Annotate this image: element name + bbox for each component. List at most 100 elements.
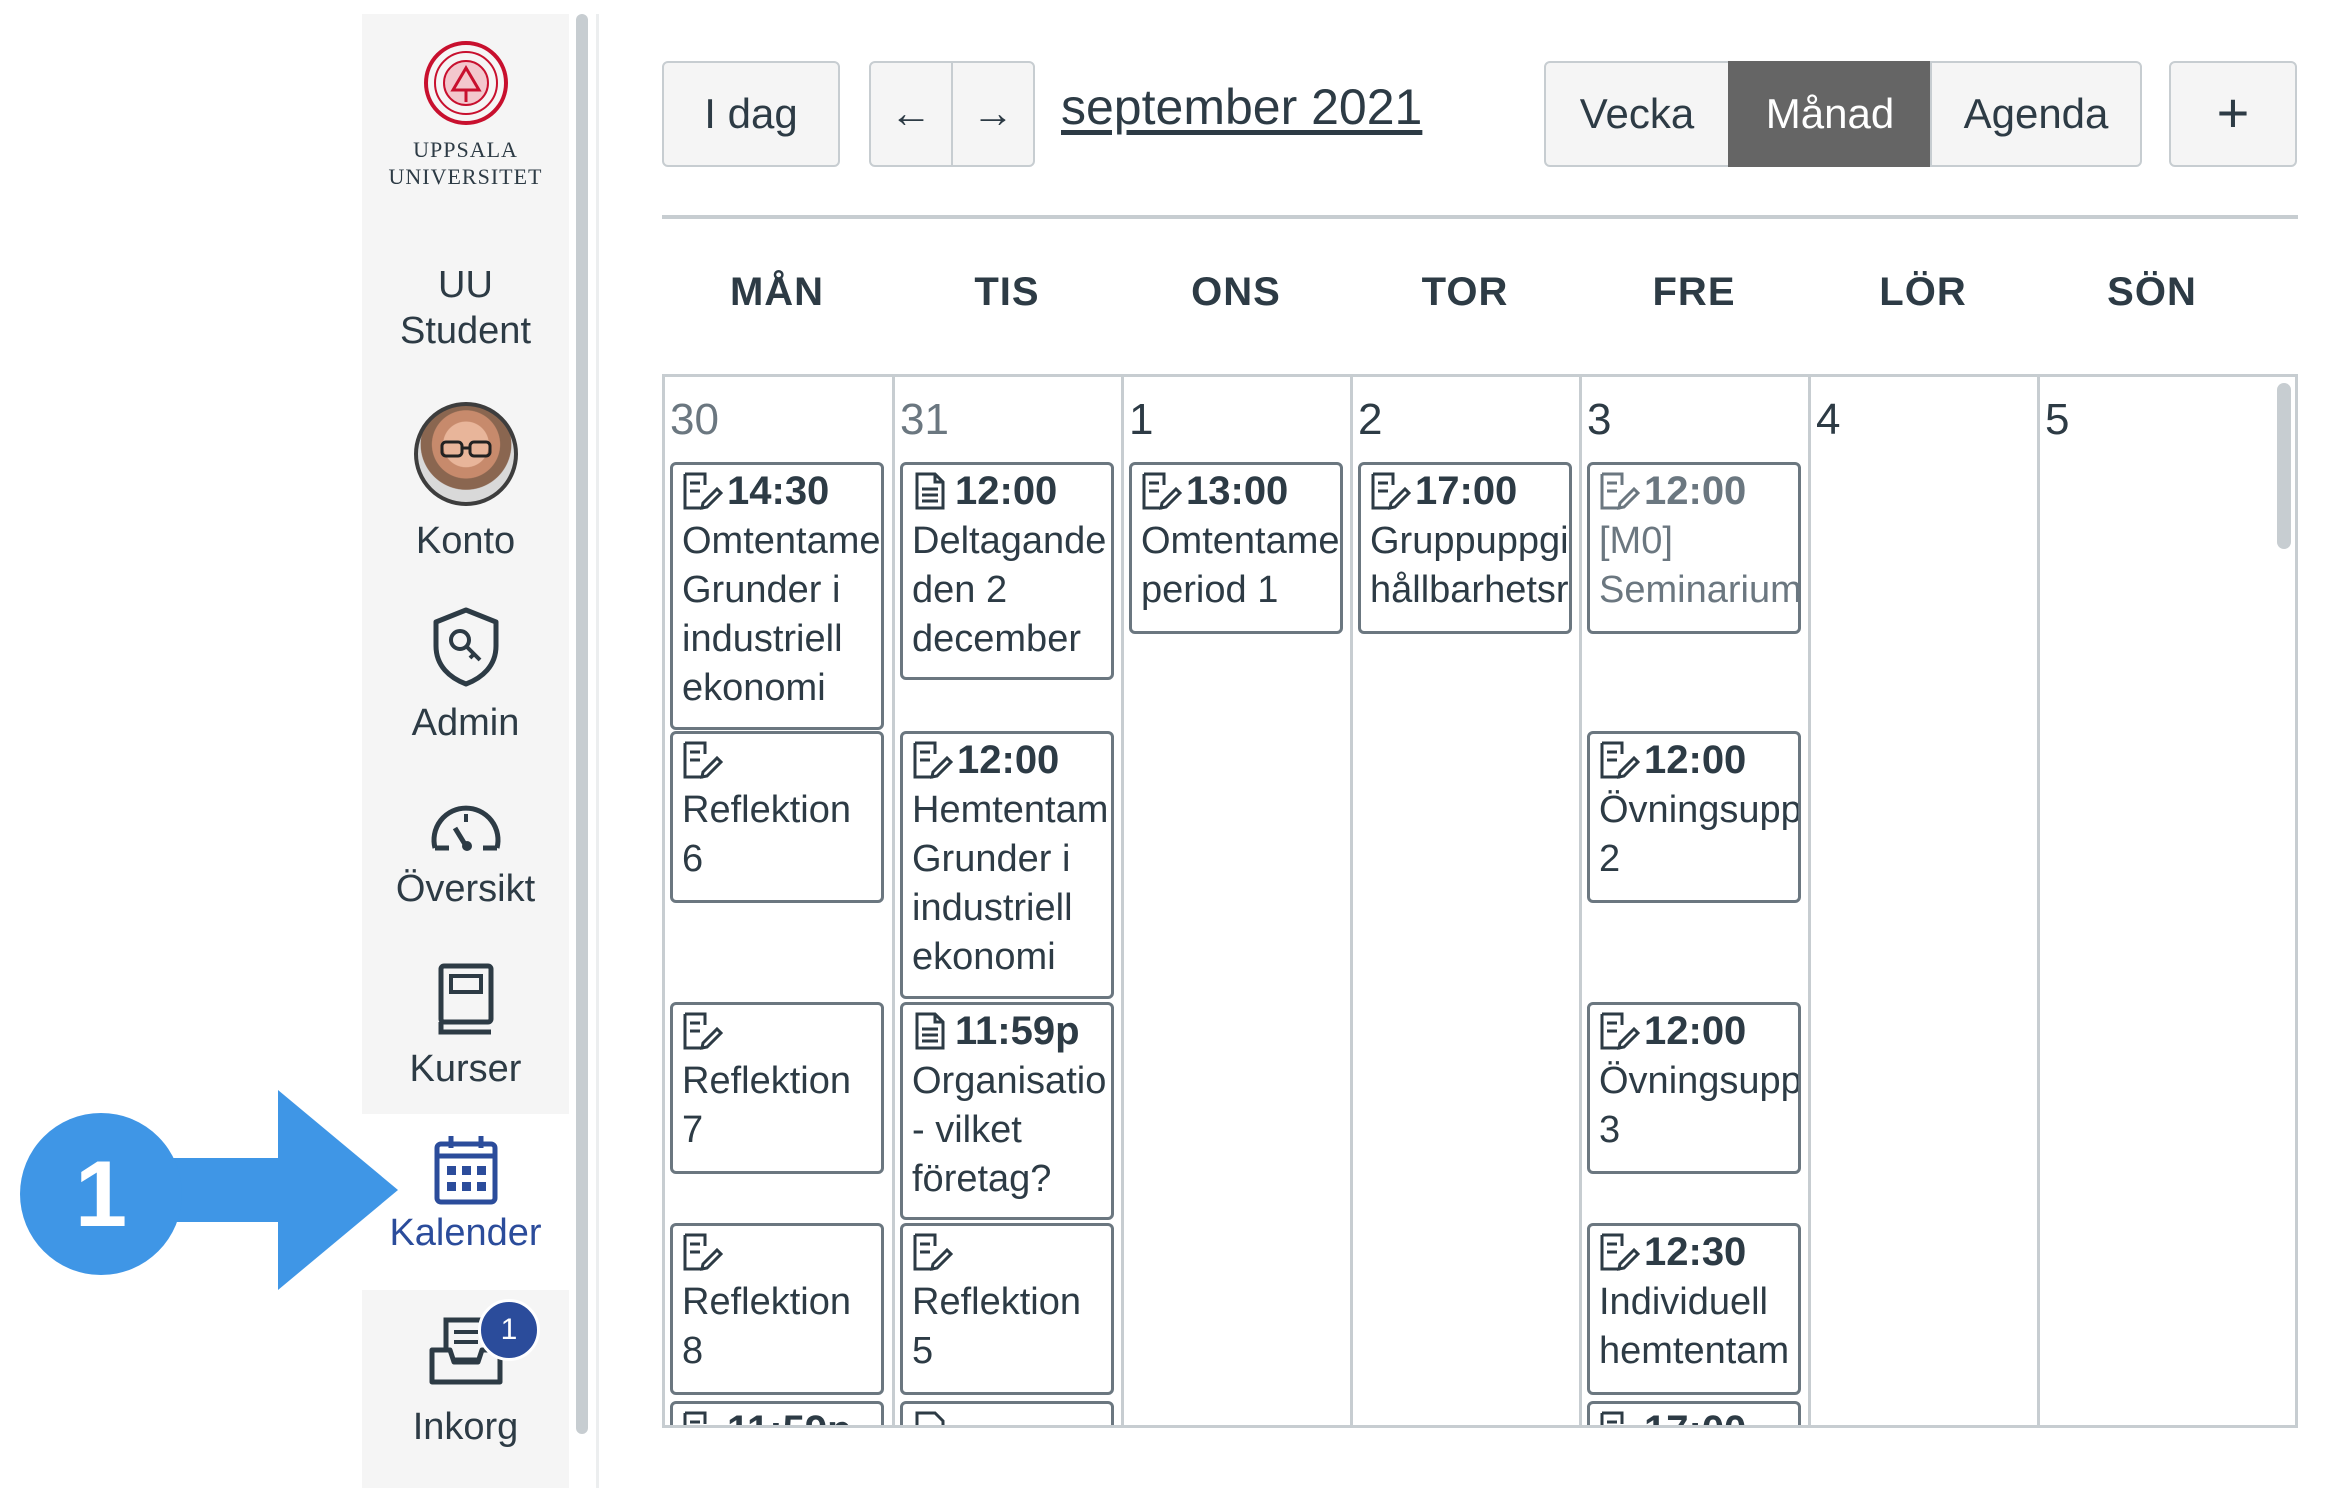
calendar-icon <box>434 1136 497 1205</box>
quiz-icon <box>683 1411 707 1425</box>
next-month-button[interactable]: → <box>951 61 1035 167</box>
nav-label-uu-student: UU Student <box>400 264 531 352</box>
inbox-unread-badge: 1 <box>478 1299 540 1361</box>
calendar-event[interactable]: 12:00 Övningsupp 3 <box>1587 1002 1801 1174</box>
arrow-left-icon: ← <box>890 89 932 136</box>
event-time: 17:00 <box>1644 1408 1746 1426</box>
weekday-header: FRE <box>1652 270 1736 314</box>
column-divider <box>2037 377 2040 1425</box>
event-title: Övningsupp 2 <box>1599 789 1801 880</box>
calendar-event[interactable]: 13:00 Omtentame period 1 <box>1129 462 1343 634</box>
nav-label-inkorg: Inkorg <box>412 1406 519 1448</box>
nav-item-konto[interactable]: Konto <box>362 402 569 564</box>
weekday-header: SÖN <box>2107 270 2197 314</box>
calendar-event[interactable]: 14:30 Omtentame Grunder i industriell ek… <box>670 462 884 730</box>
assignment-icon <box>915 1012 945 1050</box>
day-number[interactable]: 31 <box>900 395 949 445</box>
event-time: 12:00 <box>1644 737 1747 782</box>
toolbar-divider <box>662 215 2298 219</box>
nav-scrollbar[interactable] <box>576 14 588 1434</box>
event-title: Reflektion 6 <box>682 789 851 880</box>
nav-label-konto: Konto <box>415 520 516 562</box>
calendar-event[interactable]: 12:00 [M0] Seminarium <box>1587 462 1801 634</box>
event-title: Omtentame period 1 <box>1141 520 1340 611</box>
book-icon <box>438 963 493 1035</box>
quiz-icon <box>1600 1012 1640 1050</box>
weekday-header: ONS <box>1191 270 1281 314</box>
column-divider <box>1350 377 1353 1425</box>
calendar-event[interactable]: 12:30 Individuell hemtentam <box>1587 1223 1801 1395</box>
quiz-icon <box>1371 472 1411 510</box>
nav-label-kurser: Kurser <box>409 1048 522 1090</box>
quiz-icon <box>683 741 723 779</box>
university-logo[interactable]: UPPSALA UNIVERSITET <box>362 40 569 190</box>
event-time: 17:00 <box>1415 468 1518 513</box>
today-button[interactable]: I dag <box>662 61 840 167</box>
quiz-icon <box>1600 741 1640 779</box>
day-number[interactable]: 5 <box>2045 395 2069 445</box>
day-number[interactable]: 3 <box>1587 395 1611 445</box>
weekday-header: TIS <box>974 270 1040 314</box>
calendar-event[interactable]: 11:59p <box>670 1401 884 1425</box>
plus-icon: + <box>2216 81 2250 144</box>
column-divider <box>1121 377 1124 1425</box>
calendar-scrollbar[interactable] <box>2277 383 2291 549</box>
calendar-event[interactable]: Reflektion 7 <box>670 1002 884 1174</box>
event-title: Övningsupp 3 <box>1599 1060 1801 1151</box>
previous-month-button[interactable]: ← <box>869 61 953 167</box>
column-divider <box>1579 377 1582 1425</box>
event-title: Deltagande den 2 december <box>912 520 1107 660</box>
annotation-step-number: 1 <box>20 1113 182 1275</box>
quiz-icon <box>1600 1233 1640 1271</box>
view-month-button[interactable]: Månad <box>1728 61 1932 167</box>
calendar-event[interactable]: 17:00 Gruppuppgi hållbarhetsr <box>1358 462 1572 634</box>
event-title: [M0] Seminarium <box>1599 520 1801 611</box>
calendar-event[interactable]: 12:00 Övningsupp 2 <box>1587 731 1801 903</box>
uppsala-seal-icon <box>423 41 508 125</box>
event-title: Individuell hemtentam <box>1599 1281 1790 1372</box>
calendar-event[interactable]: Reflektion 5 <box>900 1223 1114 1395</box>
shield-key-icon <box>433 607 498 687</box>
event-time: 12:00 <box>1644 1008 1747 1053</box>
event-time: 12:00 <box>1644 468 1747 513</box>
avatar <box>413 402 518 506</box>
day-number[interactable]: 2 <box>1358 395 1382 445</box>
month-grid: 30 31 1 2 3 4 5 14:30 Omtentame Grunder … <box>662 374 2298 1428</box>
calendar-event[interactable]: 12:00 Deltagande den 2 december <box>900 462 1114 680</box>
day-number[interactable]: 30 <box>670 395 719 445</box>
month-title-link[interactable]: september 2021 <box>1061 78 1422 136</box>
weekday-header: TOR <box>1421 270 1509 314</box>
assignment-icon <box>915 1411 945 1425</box>
add-event-button[interactable]: + <box>2169 61 2297 167</box>
calendar-event[interactable]: 12:00 Hemtentam Grunder i industriell ek… <box>900 731 1114 999</box>
day-number[interactable]: 4 <box>1816 395 1840 445</box>
event-time: 14:30 <box>727 468 830 513</box>
speedometer-icon <box>431 805 500 851</box>
event-time: 11:59p <box>955 1008 1080 1053</box>
glasses-icon <box>440 440 491 458</box>
calendar-event[interactable] <box>900 1401 1114 1425</box>
event-time: 12:00 <box>957 737 1060 782</box>
quiz-icon <box>683 472 723 510</box>
column-divider <box>892 377 895 1425</box>
event-title: Omtentame Grunder i industriell ekonomi <box>682 520 881 709</box>
view-agenda-button[interactable]: Agenda <box>1930 61 2142 167</box>
nav-divider <box>596 14 599 1488</box>
nav-item-oversikt[interactable]: Översikt <box>362 800 569 912</box>
view-week-button[interactable]: Vecka <box>1544 61 1730 167</box>
calendar-event[interactable]: Reflektion 6 <box>670 731 884 903</box>
weekday-header: LÖR <box>1879 270 1967 314</box>
nav-label-admin: Admin <box>411 702 520 744</box>
calendar-event[interactable]: Reflektion 8 <box>670 1223 884 1395</box>
calendar-event[interactable]: 11:59p Organisatio - vilket företag? <box>900 1002 1114 1220</box>
weekday-header: MÅN <box>729 270 825 314</box>
day-number[interactable]: 1 <box>1129 395 1153 445</box>
nav-item-admin[interactable]: Admin <box>362 606 569 746</box>
nav-item-kurser[interactable]: Kurser <box>362 962 569 1092</box>
quiz-icon <box>1600 472 1640 510</box>
calendar-event[interactable]: 17:00 <box>1587 1401 1801 1426</box>
event-time: 12:30 <box>1644 1229 1747 1274</box>
event-title: Organisatio - vilket företag? <box>912 1060 1107 1200</box>
assignment-icon <box>915 472 945 510</box>
nav-item-uu-student[interactable]: UU Student <box>362 262 569 354</box>
